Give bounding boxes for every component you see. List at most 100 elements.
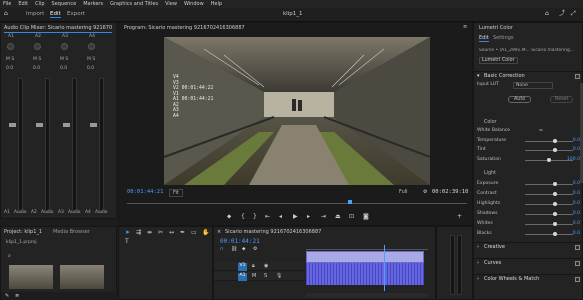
mute-icon[interactable]: M (252, 273, 256, 279)
clip-thumbnail[interactable] (9, 265, 53, 289)
input-lut-select[interactable]: None (513, 82, 553, 89)
tab-edit[interactable]: Edit (50, 11, 61, 18)
step-back-icon[interactable]: ◂ (279, 214, 282, 220)
volume-fader[interactable] (90, 123, 97, 127)
type-tool-icon[interactable]: T (125, 239, 129, 245)
menu-markers[interactable]: Markers (83, 1, 103, 7)
highlights-slider[interactable] (525, 202, 573, 206)
solo-icon[interactable]: S (264, 273, 267, 279)
mic-icon[interactable]: 🎙︎ (276, 273, 282, 279)
play-icon[interactable]: ▶ (293, 214, 298, 220)
pan-knob[interactable] (7, 43, 14, 50)
eyedropper-icon[interactable]: ✑ (539, 128, 543, 134)
go-in-icon[interactable]: ⇤ (265, 214, 270, 220)
audio-clip[interactable] (306, 263, 424, 285)
tab-import[interactable]: Import (26, 11, 44, 17)
tint-slider[interactable] (525, 148, 573, 152)
time-ruler[interactable] (306, 247, 428, 250)
clip-thumbnail[interactable] (60, 265, 104, 289)
lift-icon[interactable]: ⏏ (335, 214, 341, 220)
menu-window[interactable]: Window (184, 1, 204, 7)
slip-icon[interactable]: ↔ (169, 230, 174, 236)
track-select-icon[interactable]: ⇶ (136, 230, 141, 236)
list-view-icon[interactable]: ≣ (15, 293, 19, 299)
wrench-icon[interactable]: ⚙ (423, 189, 427, 195)
eye-icon[interactable]: ◉ (264, 263, 268, 269)
tab-lumetri-edit[interactable]: Edit (479, 35, 489, 42)
timeline-timecode[interactable]: 00:01:44:21 (220, 238, 260, 245)
whites-slider[interactable] (525, 222, 573, 226)
home-icon[interactable]: ⌂ (4, 11, 8, 17)
close-icon[interactable]: × (217, 229, 221, 235)
menu-file[interactable]: File (3, 1, 11, 7)
blacks-slider[interactable] (525, 232, 573, 236)
panel-menu-icon[interactable]: ≡ (463, 24, 467, 30)
tab-media-browser[interactable]: Media Browser (53, 229, 90, 235)
slider-knob[interactable] (553, 192, 557, 196)
menu-edit[interactable]: Edit (18, 1, 28, 7)
go-out-icon[interactable]: ⇥ (321, 214, 326, 220)
playhead-line[interactable] (384, 245, 385, 291)
volume-fader[interactable] (36, 123, 43, 127)
settings-icon[interactable]: ⚙ (253, 246, 257, 252)
lock-icon[interactable]: 🔒︎ (252, 263, 255, 269)
pan-knob[interactable] (88, 43, 95, 50)
slider-knob[interactable] (553, 182, 557, 186)
timeline-scrollbar[interactable] (306, 293, 428, 297)
add-marker-icon[interactable]: ⬥ (242, 246, 246, 252)
reset-button[interactable]: Reset (550, 96, 574, 103)
playhead-marker[interactable] (348, 200, 352, 204)
pen-tool-icon[interactable]: ✒ (180, 230, 185, 236)
search-icon[interactable]: ⌕ (8, 253, 11, 259)
exposure-slider[interactable] (525, 182, 573, 186)
saturation-slider[interactable] (525, 158, 573, 162)
mark-out-icon[interactable]: } (253, 214, 257, 220)
track-label-v1[interactable]: V1 (238, 263, 247, 271)
slider-knob[interactable] (553, 222, 557, 226)
volume-fader[interactable] (9, 123, 16, 127)
mute-solo-buttons[interactable]: M S (87, 57, 95, 62)
slider-knob[interactable] (553, 148, 557, 152)
step-forward-icon[interactable]: ▸ (307, 214, 310, 220)
tab-project[interactable]: Project: klip1_1 (4, 229, 42, 235)
export-frame-icon[interactable]: ◙ (363, 214, 369, 220)
mute-solo-buttons[interactable]: M S (60, 57, 68, 62)
hand-tool-icon[interactable]: ✋ (202, 230, 209, 236)
pan-knob[interactable] (61, 43, 68, 50)
section-checkbox[interactable] (575, 277, 580, 282)
zoom-select[interactable]: Fit (169, 189, 183, 197)
mute-solo-buttons[interactable]: M S (33, 57, 41, 62)
slider-knob[interactable] (547, 158, 551, 162)
ripple-edit-icon[interactable]: ⇹ (147, 230, 152, 236)
mute-solo-buttons[interactable]: M S (6, 57, 14, 62)
playhead-timecode[interactable]: 00:01:44:21 (127, 189, 163, 195)
workspaces-icon[interactable]: ⌂ (545, 11, 549, 17)
add-button-icon[interactable]: + (457, 214, 462, 220)
slider-knob[interactable] (553, 232, 557, 236)
marker-icon[interactable]: ⬥ (227, 214, 231, 220)
mark-in-icon[interactable]: { (241, 214, 245, 220)
selection-tool-icon[interactable]: ➤ (125, 230, 130, 236)
fullscreen-icon[interactable]: ⤢ (571, 11, 576, 17)
volume-fader[interactable] (63, 123, 70, 127)
tab-lumetri-settings[interactable]: Settings (493, 35, 514, 41)
menu-clip[interactable]: Clip (35, 1, 44, 7)
auto-button[interactable]: Auto (508, 96, 532, 103)
temperature-slider[interactable] (525, 139, 573, 143)
pen-icon[interactable]: ✎ (5, 293, 9, 299)
slider-knob[interactable] (553, 212, 557, 216)
menu-graphics[interactable]: Graphics and Titles (110, 1, 158, 7)
razor-icon[interactable]: ✂ (158, 230, 163, 236)
quality-select[interactable]: Full (399, 189, 408, 195)
menu-help[interactable]: Help (211, 1, 222, 7)
section-curves[interactable]: › Curves (474, 258, 583, 267)
extract-icon[interactable]: ⊡ (349, 214, 354, 220)
track-label-a1[interactable]: A1 (238, 273, 247, 281)
menu-sequence[interactable]: Sequence (52, 1, 77, 7)
shadows-slider[interactable] (525, 212, 573, 216)
linked-selection-icon[interactable]: ⛓ (231, 246, 237, 252)
slider-knob[interactable] (553, 202, 557, 206)
contrast-slider[interactable] (525, 192, 573, 196)
scrub-bar[interactable] (127, 203, 467, 204)
fx-select[interactable]: Lumetri Color (479, 57, 518, 64)
